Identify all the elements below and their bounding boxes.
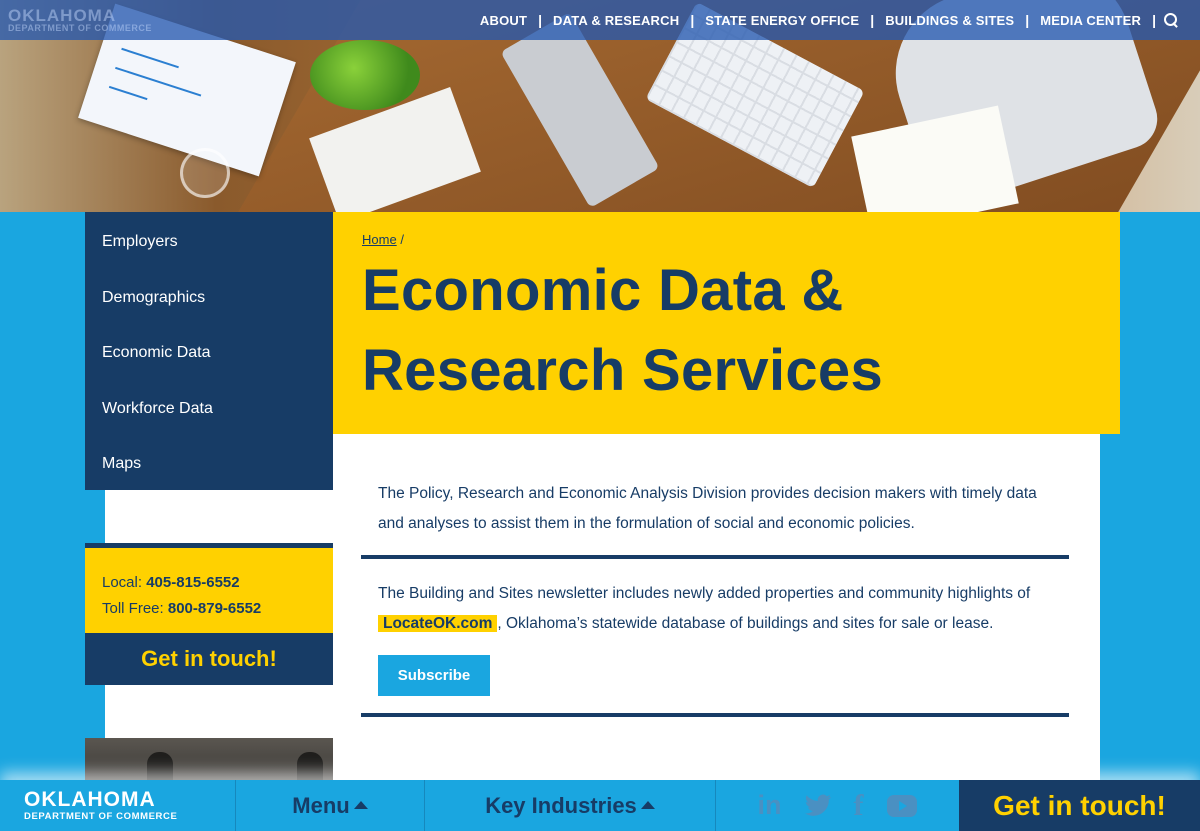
logo-tagline: DEPARTMENT OF COMMERCE — [8, 23, 152, 33]
tollfree-phone-line: Toll Free: 800-879-6552 — [102, 596, 316, 622]
local-label: Local: — [102, 574, 143, 591]
bottom-bar: OKLAHOMA DEPARTMENT OF COMMERCE Menu Key… — [0, 780, 1200, 831]
sidebar-item-demographics[interactable]: Demographics — [85, 286, 333, 342]
facebook-icon[interactable]: f — [854, 789, 864, 823]
footer-logo-tagline: DEPARTMENT OF COMMERCE — [24, 811, 178, 823]
contact-box: Local: 405-815-6552 Toll Free: 800-879-6… — [85, 543, 333, 685]
footer-logo-name: OKLAHOMA — [24, 788, 156, 812]
title-box: Home / Economic Data & Research Services — [333, 212, 1120, 434]
newsletter-paragraph: The Building and Sites newsletter includ… — [378, 579, 1058, 639]
nav-about[interactable]: ABOUT — [469, 13, 538, 28]
linkedin-icon[interactable]: in — [758, 790, 782, 821]
nav-media-center[interactable]: MEDIA CENTER — [1029, 13, 1152, 28]
newsletter-text-after: , Oklahoma’s statewide database of build… — [497, 615, 994, 632]
nav-buildings-sites[interactable]: BUILDINGS & SITES — [874, 13, 1025, 28]
footer-logo[interactable]: OKLAHOMA DEPARTMENT OF COMMERCE — [0, 780, 236, 831]
caret-up-icon — [640, 801, 655, 809]
person-silhouette — [297, 752, 323, 782]
intro-paragraph: The Policy, Research and Economic Analys… — [378, 485, 1037, 532]
sidebar-item-employers[interactable]: Employers — [85, 230, 333, 286]
newsletter-text-before: The Building and Sites newsletter includ… — [378, 585, 1031, 602]
sidebar-get-in-touch-button[interactable]: Get in touch! — [85, 633, 333, 685]
breadcrumb: Home / — [362, 232, 1120, 247]
footer-get-in-touch-button[interactable]: Get in touch! — [959, 780, 1200, 831]
plant-graphic — [310, 40, 420, 110]
page-title-line1: Economic Data & — [362, 258, 844, 323]
glass-graphic — [180, 148, 230, 198]
divider — [361, 713, 1069, 717]
youtube-icon[interactable] — [886, 794, 918, 818]
local-phone[interactable]: 405-815-6552 — [146, 574, 239, 591]
social-links: in f — [716, 780, 959, 831]
subscribe-button[interactable]: Subscribe — [378, 655, 490, 696]
divider — [361, 555, 1069, 559]
header-logo[interactable]: OKLAHOMA DEPARTMENT OF COMMERCE — [0, 7, 152, 33]
sidebar-photo — [85, 738, 333, 782]
menu-button[interactable]: Menu — [236, 780, 425, 831]
page-title: Economic Data & Research Services — [362, 251, 1120, 411]
menu-label: Menu — [292, 793, 350, 818]
local-phone-line: Local: 405-815-6552 — [102, 570, 316, 596]
breadcrumb-home-link[interactable]: Home — [362, 232, 397, 247]
search-icon[interactable] — [1164, 13, 1178, 27]
breadcrumb-separator: / — [400, 232, 404, 247]
nav-links: ABOUT | DATA & RESEARCH | STATE ENERGY O… — [469, 12, 1200, 28]
tollfree-label: Toll Free: — [102, 600, 164, 617]
key-industries-button[interactable]: Key Industries — [425, 780, 716, 831]
tollfree-phone[interactable]: 800-879-6552 — [168, 600, 261, 617]
locateok-link[interactable]: LocateOK.com — [378, 615, 498, 632]
nav-separator: | — [1152, 12, 1156, 28]
key-industries-label: Key Industries — [485, 793, 637, 818]
contact-phones: Local: 405-815-6552 Toll Free: 800-879-6… — [85, 548, 333, 633]
sidebar-menu: Employers Demographics Economic Data Wor… — [85, 212, 333, 490]
main-content: The Policy, Research and Economic Analys… — [333, 434, 1100, 784]
person-silhouette — [147, 752, 173, 782]
caret-up-icon — [353, 801, 368, 809]
nav-data-research[interactable]: DATA & RESEARCH — [542, 13, 690, 28]
sidebar-item-workforce-data[interactable]: Workforce Data — [85, 397, 333, 453]
top-navigation: OKLAHOMA DEPARTMENT OF COMMERCE ABOUT | … — [0, 0, 1200, 40]
nav-state-energy-office[interactable]: STATE ENERGY OFFICE — [694, 13, 870, 28]
logo-name: OKLAHOMA — [8, 6, 117, 25]
twitter-icon[interactable] — [804, 794, 832, 818]
sidebar-item-economic-data[interactable]: Economic Data — [85, 341, 333, 397]
page-title-line2: Research Services — [362, 338, 884, 403]
